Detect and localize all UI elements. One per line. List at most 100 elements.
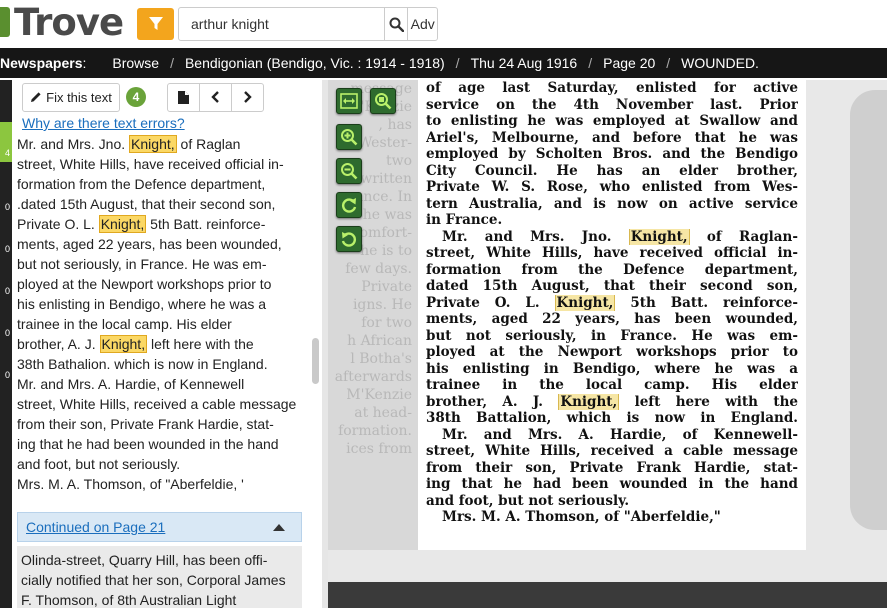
logo-mark: [0, 7, 10, 37]
ocr-line: his enlisting in Bendigo, where he was a: [17, 294, 305, 314]
ocr-line-text: 38th Bathalion. which is now in England.: [17, 356, 268, 372]
article-image-line-text: of Raglan-: [689, 228, 798, 245]
rotate-left-icon: [341, 232, 356, 247]
article-image-line: City Council. He has an elder brother,: [426, 163, 798, 180]
article-image-line-text: Private O. L.: [426, 294, 555, 311]
pencil-icon: [31, 92, 41, 102]
ocr-line: brother, A. J. Knight, left here with th…: [17, 334, 305, 354]
ocr-line: .dated 15th August, that their second so…: [17, 194, 305, 214]
article-image-line: Mr. and Mrs. Jno. Knight, of Raglan-: [426, 228, 798, 245]
fix-text-label: Fix this text: [46, 89, 112, 105]
ocr-line: trainee in the local camp. His elder: [17, 314, 305, 334]
zoom-out-button[interactable]: [336, 158, 362, 184]
breadcrumb-date[interactable]: Thu 24 Aug 1916: [471, 55, 578, 71]
article-list-gutter[interactable]: 4 0 0 0 0 0: [0, 80, 12, 608]
previous-article-button[interactable]: [199, 82, 232, 112]
ocr-line-text: Mr. and Mrs. Jno.: [17, 136, 130, 152]
adjacent-column-line: ices from: [346, 441, 412, 457]
why-text-errors-link[interactable]: Why are there text errors?: [22, 115, 185, 131]
advanced-search-button[interactable]: Adv: [407, 8, 437, 40]
breadcrumb: Newspapers: Browse / Bendigonian (Bendig…: [0, 48, 887, 78]
search-bar: Adv: [178, 7, 438, 41]
ocr-line-text: left here with the: [147, 336, 254, 352]
zoom-fit-icon: [375, 93, 392, 110]
fit-width-button[interactable]: [336, 88, 362, 114]
breadcrumb-separator: /: [455, 55, 460, 71]
ocr-line: but not seriously, in France. He was em-: [17, 254, 305, 274]
continued-text: Olinda-street, Quarry Hill, has been off…: [17, 546, 302, 608]
ocr-line-text: from their son, Private Frank Hardie, st…: [17, 416, 274, 432]
zoom-fit-button[interactable]: [370, 88, 396, 114]
ocr-line-text: Private O. L.: [17, 216, 99, 232]
ocr-line-text: trainee in the local camp. His elder: [17, 316, 232, 332]
article-image-line: 38th Battalion, which is now in England.: [426, 410, 798, 427]
article-image-line-text: to enlisting he was employed at Swallow …: [426, 113, 798, 129]
continued-section-header[interactable]: Continued on Page 21: [17, 512, 302, 542]
rotate-right-button[interactable]: [336, 192, 362, 218]
filter-icon: [148, 17, 163, 30]
article-image-line: brother, A. J. Knight, left here with th…: [426, 393, 798, 410]
gutter-count: 4: [5, 148, 11, 158]
adjacent-column-line: afterwards: [334, 369, 412, 385]
article-image-line: ing that he had been wounded in the hand: [426, 476, 798, 493]
adjacent-column-line: h African: [347, 333, 412, 349]
article-image-line-text: ployed at the Newport workshops prior to: [426, 344, 798, 360]
search-term-highlight: Knight,: [98, 215, 147, 233]
breadcrumb-page[interactable]: Page 20: [603, 55, 655, 71]
article-image-line: service on the 4th November last. Prior: [426, 97, 798, 114]
breadcrumb-newspapers[interactable]: Newspapers: [0, 55, 82, 71]
ocr-line-text: Mr. and Mrs. A. Hardie, of Kennewell: [17, 376, 245, 392]
top-bar: Trove Adv: [0, 0, 887, 48]
breadcrumb-separator: /: [666, 55, 671, 71]
adjacent-column-line: l Botha's: [350, 351, 412, 367]
ocr-line: street, White Hills, have received offic…: [17, 154, 305, 174]
article-image-line-text: service on the 4th November last. Prior: [426, 96, 798, 113]
breadcrumb-browse[interactable]: Browse: [112, 55, 159, 71]
fit-width-icon: [340, 93, 358, 109]
continued-link[interactable]: Continued on Page 21: [26, 519, 165, 535]
article-image-line-text: dated 15th August, that their second son…: [426, 278, 798, 294]
page-margin-image: [806, 80, 887, 582]
caret-up-icon[interactable]: [273, 524, 285, 531]
search-icon: [389, 17, 404, 32]
adjacent-column-line: igns. He: [352, 297, 412, 313]
search-term-highlight: Knight,: [628, 228, 690, 245]
scrollbar-thumb[interactable]: [312, 338, 319, 384]
article-image-line-text: of age last Saturday, enlisted for activ…: [426, 80, 798, 96]
ocr-text: Mr. and Mrs. Jno. Knight, of Raglan stree…: [17, 134, 305, 494]
ocr-line-text: Mrs. M. A. Thomson, of "Aberfeldie, ': [17, 476, 244, 492]
ocr-line-text: .dated 15th August, that their second so…: [17, 196, 276, 212]
fix-text-button[interactable]: Fix this text: [22, 82, 120, 112]
search-input[interactable]: [179, 8, 384, 40]
trove-logo[interactable]: Trove: [0, 1, 124, 44]
ocr-line: 38th Bathalion. which is now in England.: [17, 354, 305, 374]
article-image-line-text: 5th Batt. reinforce-: [615, 294, 798, 311]
ocr-line: from their son, Private Frank Hardie, st…: [17, 414, 305, 434]
breadcrumb-colon: :: [82, 55, 87, 71]
ocr-line: Private O. L. Knight, 5th Batt. reinforc…: [17, 214, 305, 234]
zoom-in-button[interactable]: [336, 124, 362, 150]
page-image-viewer[interactable]: messageM'Kenzie, hasWester-twowrittenanc…: [328, 80, 887, 608]
breadcrumb-title[interactable]: Bendigonian (Bendigo, Vic. : 1914 - 1918…: [185, 55, 445, 71]
article-image-line-text: street, White Hills, received a cable me…: [426, 443, 798, 459]
adjacent-column-image: messageM'Kenzie, hasWester-twowrittenanc…: [328, 80, 418, 582]
rotate-right-icon: [342, 198, 357, 213]
article-image-line: street, White Hills, received a cable me…: [426, 443, 798, 460]
continued-line: cially notified that her son, Corporal J…: [21, 572, 286, 588]
gutter-count: 0: [5, 286, 11, 296]
breadcrumb-separator: /: [588, 55, 593, 71]
article-image-line: Mrs. M. A. Thomson, of "Aberfeldie,": [426, 509, 798, 526]
document-button[interactable]: [167, 82, 200, 112]
ocr-line-text: his enlisting in Bendigo, where he was a: [17, 296, 267, 312]
search-button[interactable]: [384, 8, 407, 40]
article-image-line-text: in France.: [426, 212, 503, 228]
viewer-bottom-bar: [328, 582, 887, 608]
article-image-line: of age last Saturday, enlisted for activ…: [426, 80, 798, 97]
rotate-left-button[interactable]: [336, 226, 362, 252]
next-article-button[interactable]: [231, 82, 264, 112]
ocr-line-text: and foot, but not seriously.: [17, 456, 181, 472]
filter-button[interactable]: [137, 8, 174, 40]
chevron-left-icon: [211, 91, 219, 103]
ocr-line: Mr. and Mrs. Jno. Knight, of Raglan: [17, 134, 305, 154]
gutter-count: 0: [5, 370, 11, 380]
